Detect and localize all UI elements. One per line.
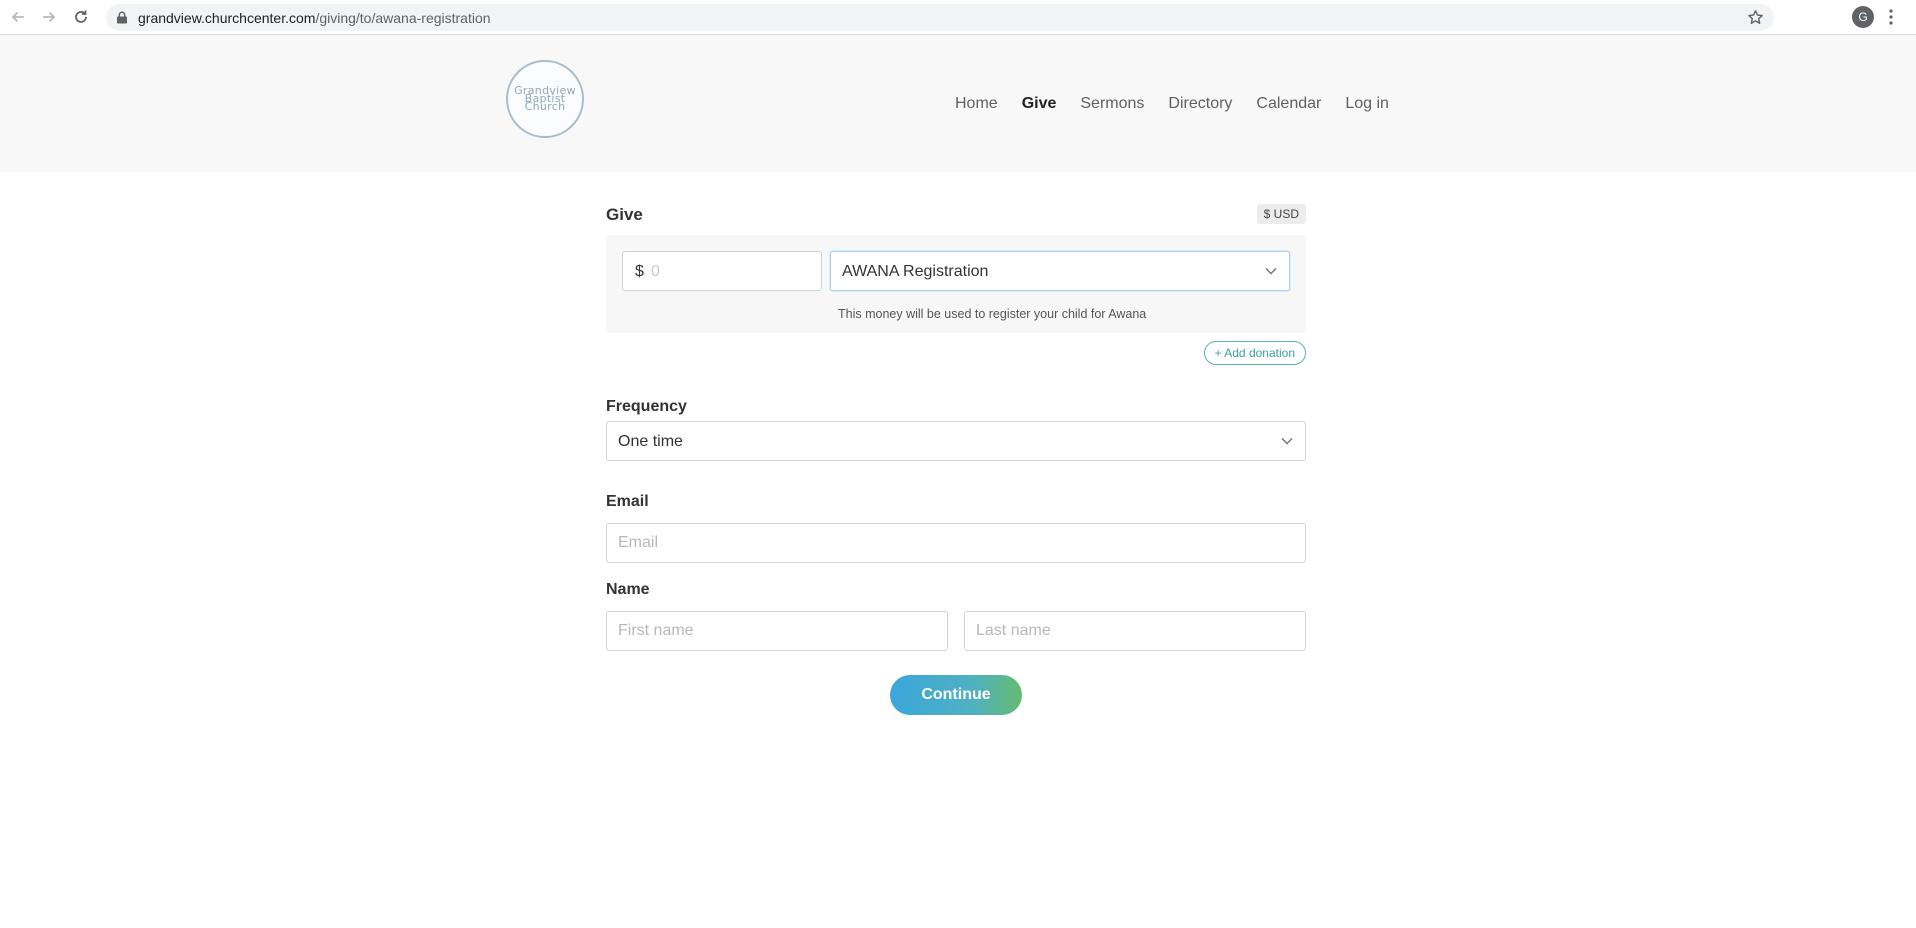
amount-input[interactable]: [649, 260, 813, 284]
site-nav: Home Give Sermons Directory Calendar Log…: [955, 95, 1413, 113]
chevron-down-icon: [1265, 267, 1277, 275]
last-name-input[interactable]: [964, 611, 1306, 651]
give-title: Give: [606, 205, 643, 224]
first-name-input[interactable]: [606, 611, 948, 651]
currency-badge[interactable]: $ USD: [1256, 204, 1306, 224]
donation-box: $ AWANA Registration This money will be …: [606, 235, 1306, 333]
email-input[interactable]: [606, 523, 1306, 563]
nav-sermons[interactable]: Sermons: [1080, 95, 1144, 113]
chevron-down-icon: [1281, 437, 1293, 445]
back-arrow-icon[interactable]: [7, 6, 29, 28]
star-icon[interactable]: [1747, 9, 1764, 26]
church-logo[interactable]: Grandview Baptist Church: [506, 60, 584, 138]
name-label: Name: [606, 581, 650, 598]
frequency-selected-value: One time: [618, 433, 683, 450]
amount-field[interactable]: $: [622, 251, 822, 291]
fund-select[interactable]: AWANA Registration: [830, 251, 1290, 291]
nav-home[interactable]: Home: [955, 95, 998, 113]
nav-calendar[interactable]: Calendar: [1256, 95, 1321, 113]
nav-login[interactable]: Log in: [1345, 95, 1389, 113]
url-host: grandview.churchcenter.com: [138, 10, 316, 26]
kebab-menu-icon[interactable]: [1888, 8, 1894, 26]
email-label: Email: [606, 493, 649, 510]
reload-icon[interactable]: [70, 6, 92, 28]
lock-icon: [117, 11, 127, 24]
fund-selected-value: AWANA Registration: [842, 263, 989, 280]
logo-text: Grandview Baptist Church: [514, 84, 576, 113]
browser-toolbar: grandview.churchcenter.com/giving/to/awa…: [0, 0, 1916, 35]
forward-arrow-icon[interactable]: [38, 6, 60, 28]
url-path: /giving/to/awana-registration: [315, 10, 491, 26]
nav-directory[interactable]: Directory: [1168, 95, 1232, 113]
fund-description: This money will be used to register your…: [838, 307, 1147, 321]
site-header: Grandview Baptist Church Home Give Sermo…: [0, 35, 1916, 172]
dollar-sign: $: [635, 263, 644, 280]
url-text: grandview.churchcenter.com/giving/to/awa…: [138, 10, 491, 26]
address-bar[interactable]: grandview.churchcenter.com/giving/to/awa…: [106, 4, 1774, 31]
profile-avatar[interactable]: G: [1852, 6, 1874, 28]
add-donation-button[interactable]: + Add donation: [1203, 341, 1306, 365]
frequency-select[interactable]: One time: [606, 421, 1306, 461]
frequency-label: Frequency: [606, 398, 687, 415]
nav-give[interactable]: Give: [1022, 95, 1057, 113]
continue-button[interactable]: Continue: [890, 675, 1022, 715]
